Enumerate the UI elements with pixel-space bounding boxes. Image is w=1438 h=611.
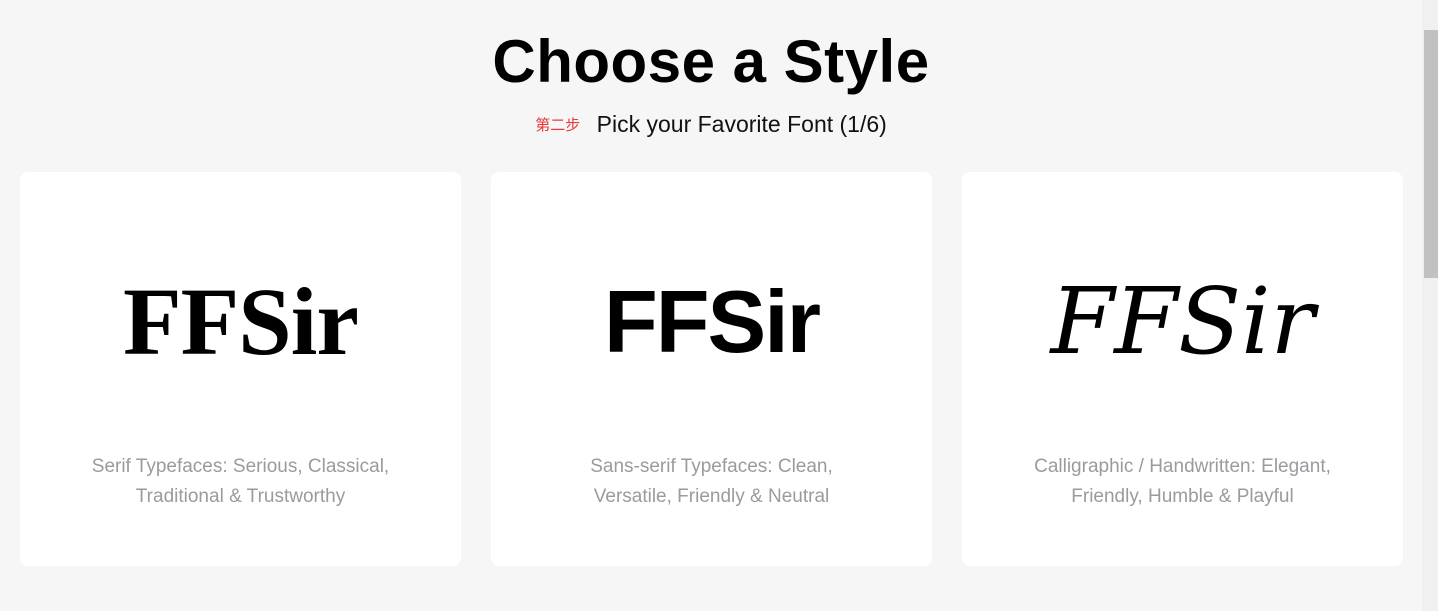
step-tag: 第二步 bbox=[535, 117, 581, 134]
scrollbar-thumb[interactable] bbox=[1424, 30, 1438, 278]
page-subtitle: Pick your Favorite Font (1/6) bbox=[596, 111, 887, 137]
card-description-calligraphic: Calligraphic / Handwritten: Elegant, Fri… bbox=[1034, 456, 1331, 507]
font-sample-calligraphic: FFSir bbox=[1050, 268, 1315, 375]
style-card-serif[interactable]: FFSir Serif Typefaces: Serious, Classica… bbox=[20, 172, 461, 566]
font-sample-serif: FFSir bbox=[123, 268, 359, 375]
page: Choose a Style 第二步 Pick your Favorite Fo… bbox=[0, 0, 1438, 611]
page-title: Choose a Style bbox=[492, 28, 930, 95]
card-description-serif: Serif Typefaces: Serious, Classical, Tra… bbox=[91, 456, 390, 507]
font-sample-sans-serif: FFSir bbox=[604, 272, 821, 371]
style-card-calligraphic[interactable]: FFSir Calligraphic / Handwritten: Elegan… bbox=[962, 172, 1403, 566]
subtitle-row: 第二步 Pick your Favorite Font (1/6) bbox=[0, 108, 1422, 140]
card-description-sans-serif: Sans-serif Typefaces: Clean, Versatile, … bbox=[590, 456, 833, 507]
style-card-sans-serif[interactable]: FFSir Sans-serif Typefaces: Clean, Versa… bbox=[491, 172, 932, 566]
